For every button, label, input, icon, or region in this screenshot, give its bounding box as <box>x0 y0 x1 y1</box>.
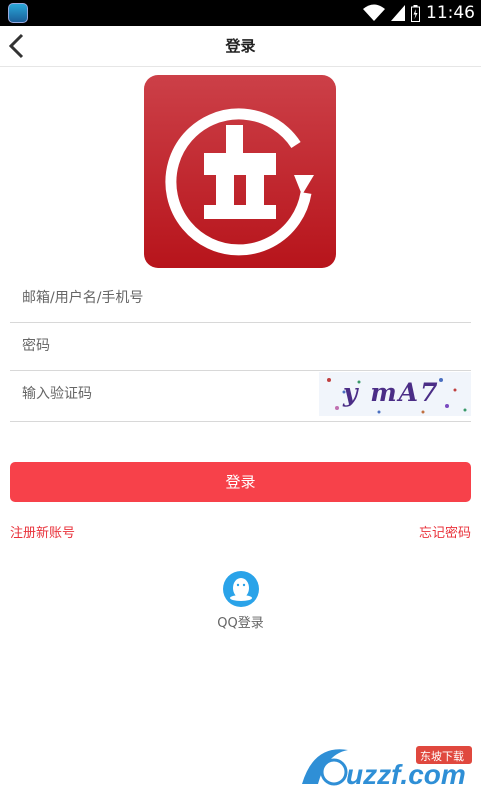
forgot-password-link[interactable]: 忘记密码 <box>419 522 471 541</box>
back-button[interactable] <box>2 30 32 62</box>
captcha-input[interactable] <box>10 370 314 418</box>
captcha-code: y mA7 <box>343 378 440 407</box>
account-input[interactable] <box>10 274 314 322</box>
status-bar: 11:46 <box>0 0 481 26</box>
signal-icon <box>391 5 405 21</box>
qq-login-button[interactable] <box>223 571 259 607</box>
status-time: 11:46 <box>426 3 475 23</box>
app-notification-icon <box>8 3 28 23</box>
site-watermark: uzzf.com 东坡下载 <box>296 740 478 796</box>
page-title: 登录 <box>225 37 256 55</box>
register-link[interactable]: 注册新账号 <box>10 522 75 541</box>
app-logo-icon <box>165 108 314 256</box>
watermark-badge: 东坡下载 <box>420 750 464 763</box>
status-right: 11:46 <box>363 0 475 26</box>
password-field <box>10 322 471 371</box>
account-field <box>10 274 471 323</box>
captcha-field: y mA7 <box>10 370 471 422</box>
watermark-logo: uzzf.com 东坡下载 <box>302 746 472 790</box>
chevron-left-icon <box>8 33 24 59</box>
qq-penguin-icon <box>230 578 252 601</box>
app-logo <box>144 75 336 268</box>
password-input[interactable] <box>10 322 314 370</box>
app-bar: 登录 <box>0 26 481 67</box>
qq-login-label: QQ登录 <box>217 616 264 631</box>
login-button[interactable]: 登录 <box>10 462 471 502</box>
battery-icon <box>411 4 420 22</box>
wifi-icon <box>363 4 385 21</box>
captcha-image[interactable]: y mA7 <box>319 372 471 416</box>
